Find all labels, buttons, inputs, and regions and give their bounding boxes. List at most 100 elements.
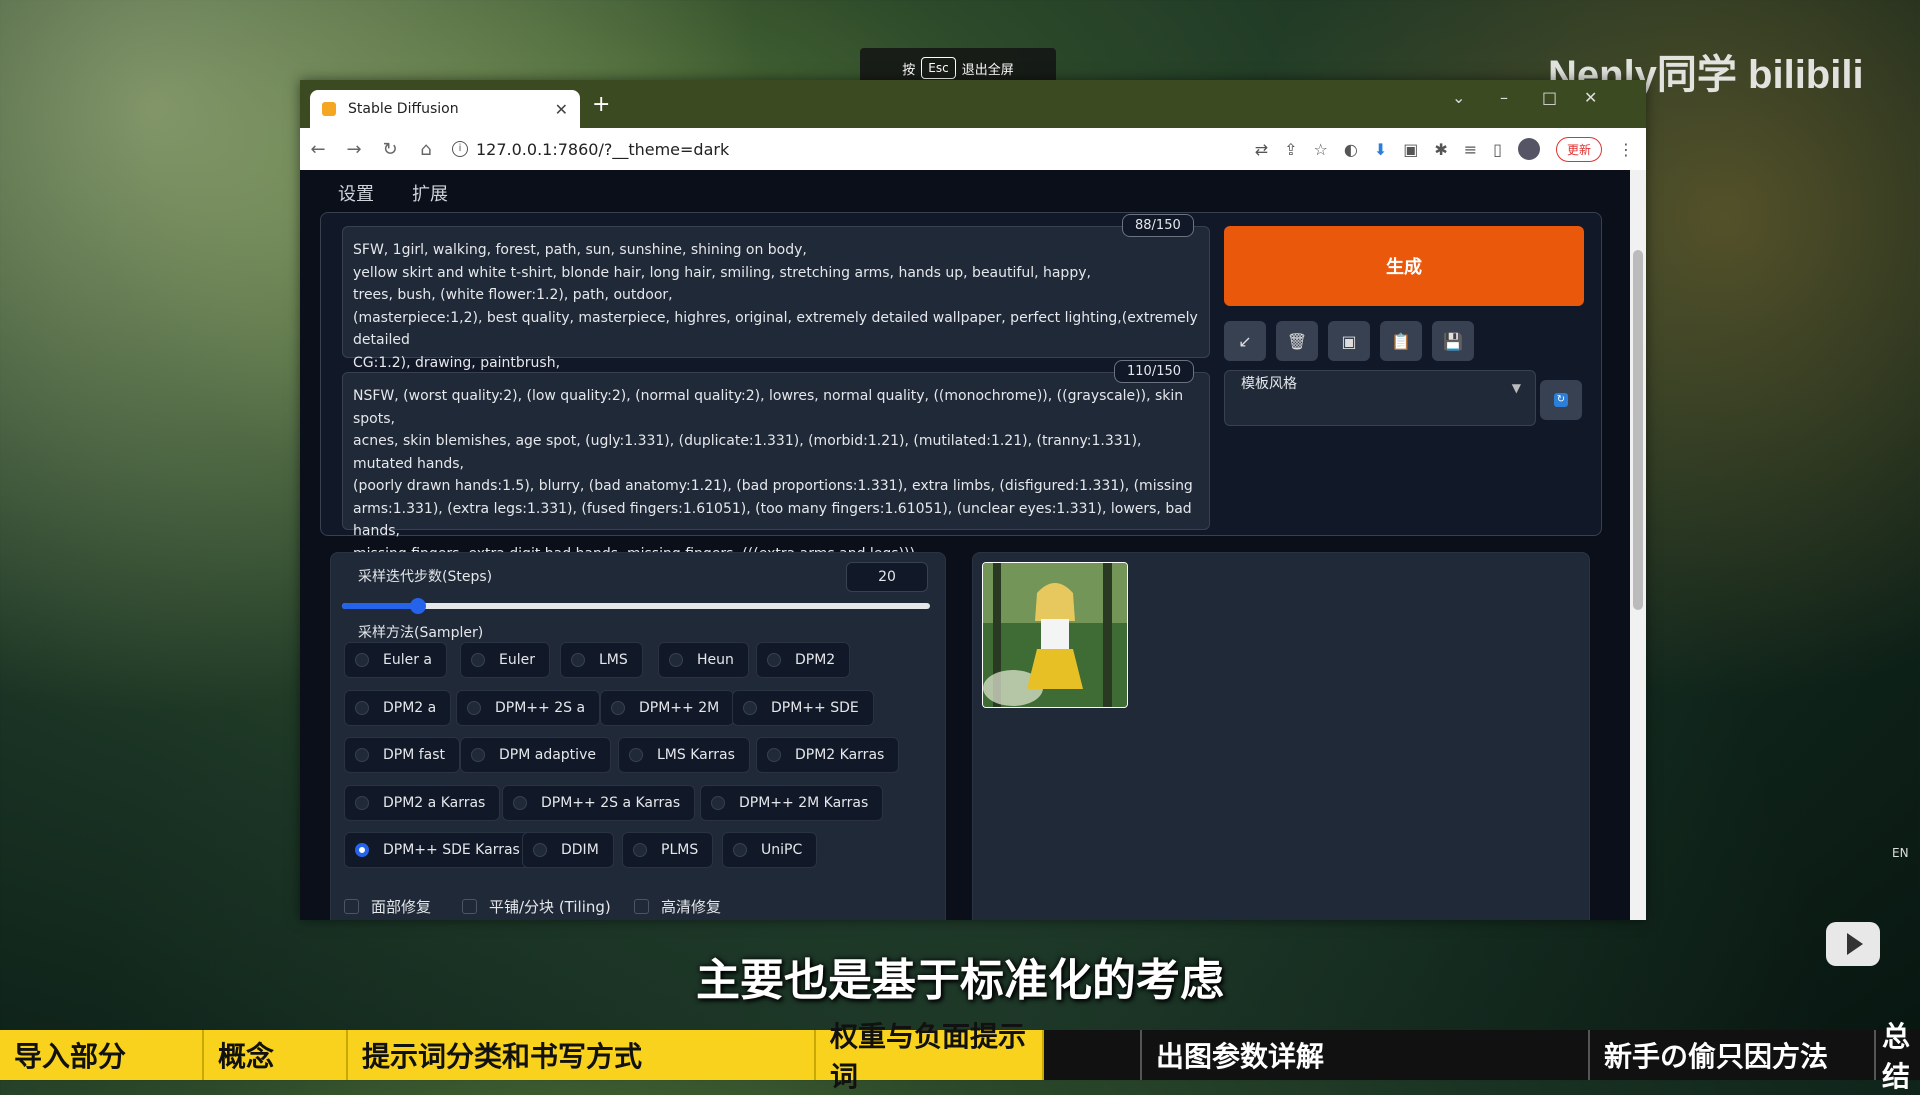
radio-dot[interactable] <box>471 748 485 762</box>
page-scrollbar[interactable] <box>1630 170 1646 920</box>
hires-fix-checkbox[interactable]: 高清修复 <box>634 896 721 917</box>
radio-dot[interactable] <box>355 795 369 810</box>
style-dropdown[interactable]: 模板风格 ▼ <box>1224 370 1536 426</box>
radio-dot[interactable] <box>467 700 481 715</box>
sampler-radio-euler-a[interactable]: Euler a <box>344 642 448 678</box>
nav-settings[interactable]: 设置 <box>338 180 374 206</box>
radio-dot[interactable] <box>571 653 585 667</box>
radio-dot[interactable] <box>767 748 781 762</box>
extension-icon[interactable]: ◐ <box>1344 140 1358 159</box>
menu-icon[interactable]: ⋮ <box>1618 140 1634 159</box>
sampler-label: Euler <box>499 652 535 668</box>
maximize-icon[interactable]: □ <box>1542 88 1557 107</box>
site-info-icon[interactable]: i <box>452 141 468 157</box>
style-label: 模板风格 <box>1241 376 1297 392</box>
generate-button[interactable]: 生成 <box>1224 226 1584 306</box>
chapter-prompt-types[interactable]: 提示词分类和书写方式 <box>348 1030 816 1080</box>
share-icon[interactable]: ⇪ <box>1284 140 1297 159</box>
chapter-tricks[interactable]: 新手の偷只因方法 <box>1590 1030 1876 1080</box>
sampler-radio-ddim[interactable]: DDIM <box>522 832 614 868</box>
steps-input[interactable]: 20 <box>846 562 928 592</box>
steps-slider[interactable] <box>342 598 930 614</box>
tiling-checkbox[interactable]: 平铺/分块 (Tiling) <box>462 896 611 917</box>
radio-dot[interactable] <box>355 653 369 667</box>
radio-dot[interactable] <box>633 843 647 857</box>
sampler-radio-plms[interactable]: PLMS <box>622 832 714 868</box>
new-tab-icon[interactable]: + <box>592 92 610 117</box>
sampler-radio-dpm2-karras[interactable]: DPM2 Karras <box>756 737 900 773</box>
checkbox-box[interactable] <box>462 899 477 914</box>
download-icon[interactable]: ⬇ <box>1374 140 1387 159</box>
chapter-weights[interactable]: 权重与负面提示词 <box>816 1020 1044 1093</box>
sampler-radio-dpm-adaptive[interactable]: DPM adaptive <box>460 737 611 773</box>
face-restore-checkbox[interactable]: 面部修复 <box>344 896 431 917</box>
show-extra-networks-icon[interactable]: ▣ <box>1328 321 1370 361</box>
radio-dot[interactable] <box>711 795 725 810</box>
update-button[interactable]: 更新 <box>1555 136 1602 162</box>
sampler-radio-dpm2-a[interactable]: DPM2 a <box>344 689 452 726</box>
sampler-radio-dpm-2m-karras[interactable]: DPM++ 2M Karras <box>700 784 884 821</box>
nav-extensions[interactable]: 扩展 <box>412 180 448 206</box>
esc-key: Esc <box>921 57 956 79</box>
apply-style-icon[interactable]: 📋 <box>1380 321 1422 361</box>
save-style-icon[interactable]: 💾 <box>1432 321 1474 361</box>
back-icon[interactable]: ← <box>300 139 336 160</box>
radio-dot[interactable] <box>733 843 747 857</box>
profile-avatar[interactable] <box>1517 138 1540 160</box>
radio-dot[interactable] <box>629 748 643 762</box>
forward-icon[interactable]: → <box>336 139 372 160</box>
radio-dot[interactable] <box>513 795 527 810</box>
radio-dot[interactable] <box>471 653 485 667</box>
radio-dot[interactable] <box>743 700 757 715</box>
positive-prompt-input[interactable]: SFW, 1girl, walking, forest, path, sun, … <box>342 226 1210 371</box>
chapter-params[interactable]: 出图参数详解 <box>1142 1030 1590 1080</box>
sampler-label: Heun <box>697 652 734 668</box>
minimize-icon[interactable]: – <box>1500 88 1508 107</box>
sampler-label: DPM++ 2S a <box>495 699 586 716</box>
close-window-icon[interactable]: ✕ <box>1584 88 1597 107</box>
bookmark-star-icon[interactable]: ☆ <box>1314 140 1328 159</box>
radio-dot[interactable] <box>355 748 369 762</box>
sidepanel-icon[interactable]: ▯ <box>1493 140 1502 159</box>
sampler-radio-dpm2[interactable]: DPM2 <box>756 642 851 678</box>
sampler-radio-heun[interactable]: Heun <box>658 642 749 678</box>
sampler-radio-dpm-sde[interactable]: DPM++ SDE <box>732 689 874 726</box>
radio-dot[interactable] <box>355 843 369 857</box>
sampler-radio-lms-karras[interactable]: LMS Karras <box>618 737 750 773</box>
sampler-radio-lms[interactable]: LMS <box>560 642 643 678</box>
radio-dot[interactable] <box>611 700 625 715</box>
sampler-radio-dpm2-a-karras[interactable]: DPM2 a Karras <box>344 784 501 821</box>
chapter-intro[interactable]: 导入部分 <box>0 1030 204 1080</box>
checkbox-box[interactable] <box>634 899 649 914</box>
translate-icon[interactable]: ⇄ <box>1255 140 1268 159</box>
chapter-summary[interactable]: 总结 <box>1876 1020 1920 1093</box>
negative-prompt-input[interactable]: NSFW, (worst quality:2), (low quality:2)… <box>342 372 1210 562</box>
sampler-radio-euler[interactable]: Euler <box>460 642 550 678</box>
extension-badge-icon[interactable]: ▣ <box>1403 140 1418 159</box>
chapter-concept[interactable]: 概念 <box>204 1030 348 1080</box>
sampler-radio-dpm-sde-karras[interactable]: DPM++ SDE Karras <box>344 832 535 868</box>
reading-list-icon[interactable]: ≡ <box>1464 140 1477 159</box>
tab-search-icon[interactable]: ⌄ <box>1452 88 1465 107</box>
sampler-radio-dpm-2s-a[interactable]: DPM++ 2S a <box>456 689 601 726</box>
home-icon[interactable]: ⌂ <box>408 139 444 160</box>
generated-image-thumbnail[interactable] <box>982 562 1128 708</box>
refresh-styles-button[interactable]: ↻ <box>1540 380 1582 420</box>
paste-params-icon[interactable]: ↙ <box>1224 321 1266 361</box>
url-field[interactable]: i 127.0.0.1:7860/?__theme=dark <box>452 140 729 159</box>
checkbox-box[interactable] <box>344 899 359 914</box>
radio-dot[interactable] <box>355 700 369 715</box>
sampler-radio-dpm-fast[interactable]: DPM fast <box>344 737 461 773</box>
sampler-radio-dpm-2m[interactable]: DPM++ 2M <box>600 689 735 726</box>
sampler-radio-unipc[interactable]: UniPC <box>722 832 818 868</box>
scrollbar-thumb[interactable] <box>1633 250 1643 610</box>
reload-icon[interactable]: ↻ <box>372 139 408 160</box>
trash-icon[interactable]: 🗑 <box>1276 321 1318 361</box>
radio-dot[interactable] <box>669 653 683 667</box>
sampler-radio-dpm-2s-a-karras[interactable]: DPM++ 2S a Karras <box>502 784 696 821</box>
radio-dot[interactable] <box>767 653 781 667</box>
tab-stable-diffusion[interactable]: Stable Diffusion ✕ <box>310 90 580 128</box>
close-tab-icon[interactable]: ✕ <box>555 100 568 119</box>
radio-dot[interactable] <box>533 843 547 857</box>
puzzle-icon[interactable]: ✱ <box>1434 140 1447 159</box>
